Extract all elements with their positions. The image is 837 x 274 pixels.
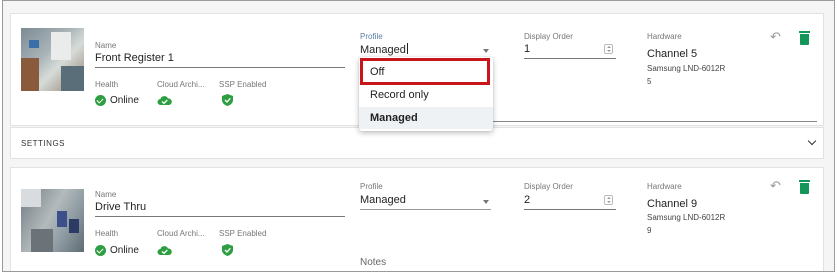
hardware-model: Samsung LND-6012R <box>647 213 726 222</box>
cloud-archive-label: Cloud Archi... <box>157 229 205 238</box>
profile-label: Profile <box>360 32 383 41</box>
name-label: Name <box>95 190 117 199</box>
shield-check-icon <box>222 94 233 106</box>
hardware-label: Hardware <box>647 182 682 191</box>
hardware-channel: Channel 9 <box>647 198 698 210</box>
hardware-model-index: 5 <box>647 77 652 86</box>
dropdown-option-record-only[interactable]: Record only <box>359 84 493 106</box>
shield-check-icon <box>222 244 233 256</box>
hardware-channel: Channel 5 <box>647 48 698 60</box>
check-circle-icon <box>95 95 106 106</box>
profile-underline <box>360 209 491 210</box>
camera-thumbnail[interactable] <box>21 189 84 252</box>
display-order-label: Display Order <box>524 32 573 41</box>
number-spinner[interactable] <box>604 195 613 205</box>
camera-name-input[interactable]: Drive Thru <box>95 201 146 213</box>
settings-panel-header[interactable]: SETTINGS <box>10 127 824 159</box>
name-label: Name <box>95 41 117 50</box>
dropdown-arrow-icon[interactable] <box>483 49 489 53</box>
display-order-input[interactable]: 1 <box>524 43 530 55</box>
profile-select[interactable]: Managed <box>360 43 408 56</box>
health-value: Online <box>110 95 139 106</box>
profile-label: Profile <box>360 182 383 191</box>
cloud-check-icon <box>157 96 172 105</box>
health-label: Health <box>95 80 119 89</box>
check-circle-icon <box>95 245 106 256</box>
camera-name-input[interactable]: Front Register 1 <box>95 52 174 64</box>
dropdown-arrow-icon[interactable] <box>483 200 489 204</box>
health-status: Online <box>95 245 139 256</box>
trash-icon[interactable] <box>799 180 810 194</box>
app-frame: Name Front Register 1 Health Online Clou… <box>2 0 835 272</box>
hardware-model: Samsung LND-6012R <box>647 64 726 73</box>
chevron-down-icon[interactable] <box>807 136 817 146</box>
text-caret <box>406 43 408 54</box>
display-order-underline <box>524 209 616 210</box>
cloud-archive-label: Cloud Archi... <box>157 80 205 89</box>
hardware-label: Hardware <box>647 32 682 41</box>
notes-underline <box>491 121 817 122</box>
dropdown-option-off[interactable]: Off <box>359 61 493 83</box>
profile-dropdown-menu: Off Record only Managed <box>359 57 493 131</box>
dropdown-option-managed[interactable]: Managed <box>359 107 493 129</box>
display-order-underline <box>524 58 616 59</box>
display-order-label: Display Order <box>524 182 573 191</box>
camera-thumbnail[interactable] <box>21 28 84 91</box>
name-underline <box>95 216 345 217</box>
hardware-model-index: 9 <box>647 226 652 235</box>
undo-icon[interactable]: ↶ <box>770 178 781 194</box>
trash-icon[interactable] <box>799 31 810 45</box>
settings-label: SETTINGS <box>21 139 66 148</box>
health-status: Online <box>95 95 139 106</box>
display-order-input[interactable]: 2 <box>524 194 530 206</box>
notes-label: Notes <box>360 257 387 268</box>
health-value: Online <box>110 245 139 256</box>
camera-card: Name Drive Thru Health Online Cloud Arch… <box>10 167 824 271</box>
cloud-check-icon <box>157 246 172 255</box>
number-spinner[interactable] <box>604 44 613 54</box>
ssp-enabled-label: SSP Enabled <box>219 229 267 238</box>
ssp-enabled-label: SSP Enabled <box>219 80 267 89</box>
health-label: Health <box>95 229 119 238</box>
undo-icon[interactable]: ↶ <box>770 29 781 45</box>
name-underline <box>95 67 345 68</box>
profile-select[interactable]: Managed <box>360 194 406 206</box>
profile-select-value: Managed <box>360 44 406 56</box>
